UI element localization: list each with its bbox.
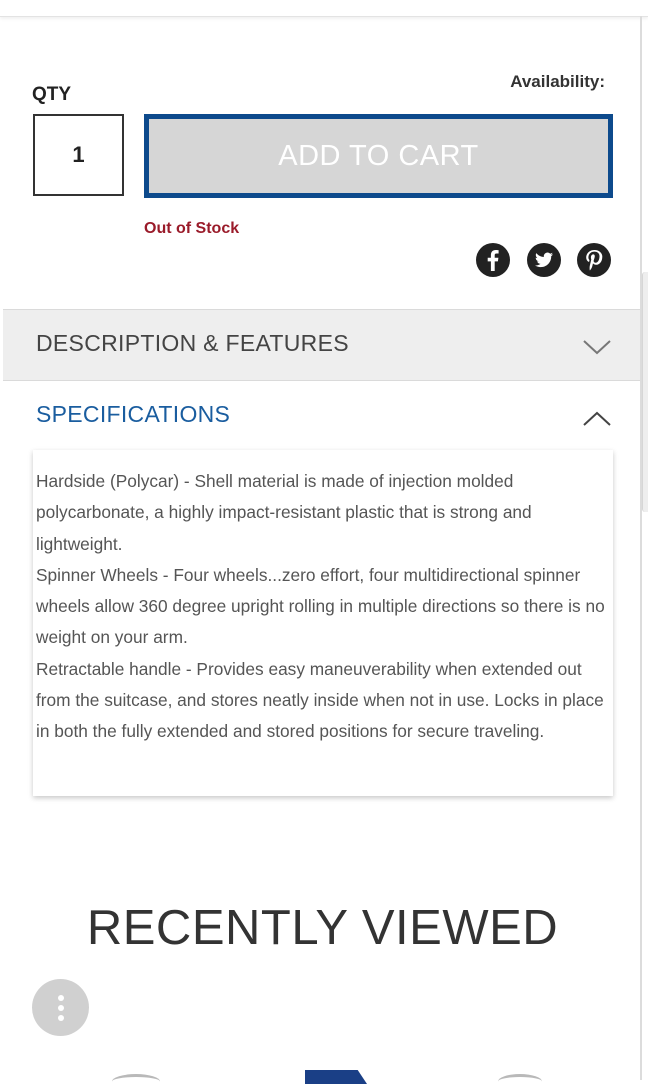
qty-label: QTY xyxy=(32,84,72,105)
spec-paragraph-wheels: Spinner Wheels - Four wheels...zero effo… xyxy=(36,564,605,648)
recent-product-thumbnail[interactable] xyxy=(498,1074,542,1089)
scrollbar[interactable] xyxy=(642,272,648,512)
accordion-description-title: DESCRIPTION & FEATURES xyxy=(36,330,349,356)
more-options-button[interactable] xyxy=(32,979,89,1036)
twitter-icon[interactable] xyxy=(526,242,562,278)
add-to-cart-button[interactable]: ADD TO CART xyxy=(144,114,613,198)
specifications-panel: Hardside (Polycar) - Shell material is m… xyxy=(33,450,613,796)
accordion-description[interactable]: DESCRIPTION & FEATURES xyxy=(3,309,640,381)
recent-product-thumbnail[interactable] xyxy=(112,1074,160,1089)
spec-paragraph-handle: Retractable handle - Provides easy maneu… xyxy=(36,658,604,742)
pinterest-icon[interactable] xyxy=(576,242,612,278)
chevron-down-icon xyxy=(583,340,611,355)
stock-status: Out of Stock xyxy=(144,220,240,237)
chevron-up-icon[interactable] xyxy=(582,410,612,428)
top-bar xyxy=(0,0,648,17)
quantity-input[interactable]: 1 xyxy=(33,114,124,196)
recent-product-thumbnail[interactable] xyxy=(305,1070,367,1084)
availability-label: Availability: xyxy=(510,72,605,91)
spec-paragraph-polycar: Hardside (Polycar) - Shell material is m… xyxy=(36,471,532,554)
more-vertical-icon xyxy=(57,994,64,1001)
facebook-icon[interactable] xyxy=(475,242,511,278)
recently-viewed-heading: RECENTLY VIEWED xyxy=(86,901,559,955)
accordion-specifications-title[interactable]: SPECIFICATIONS xyxy=(36,401,230,428)
